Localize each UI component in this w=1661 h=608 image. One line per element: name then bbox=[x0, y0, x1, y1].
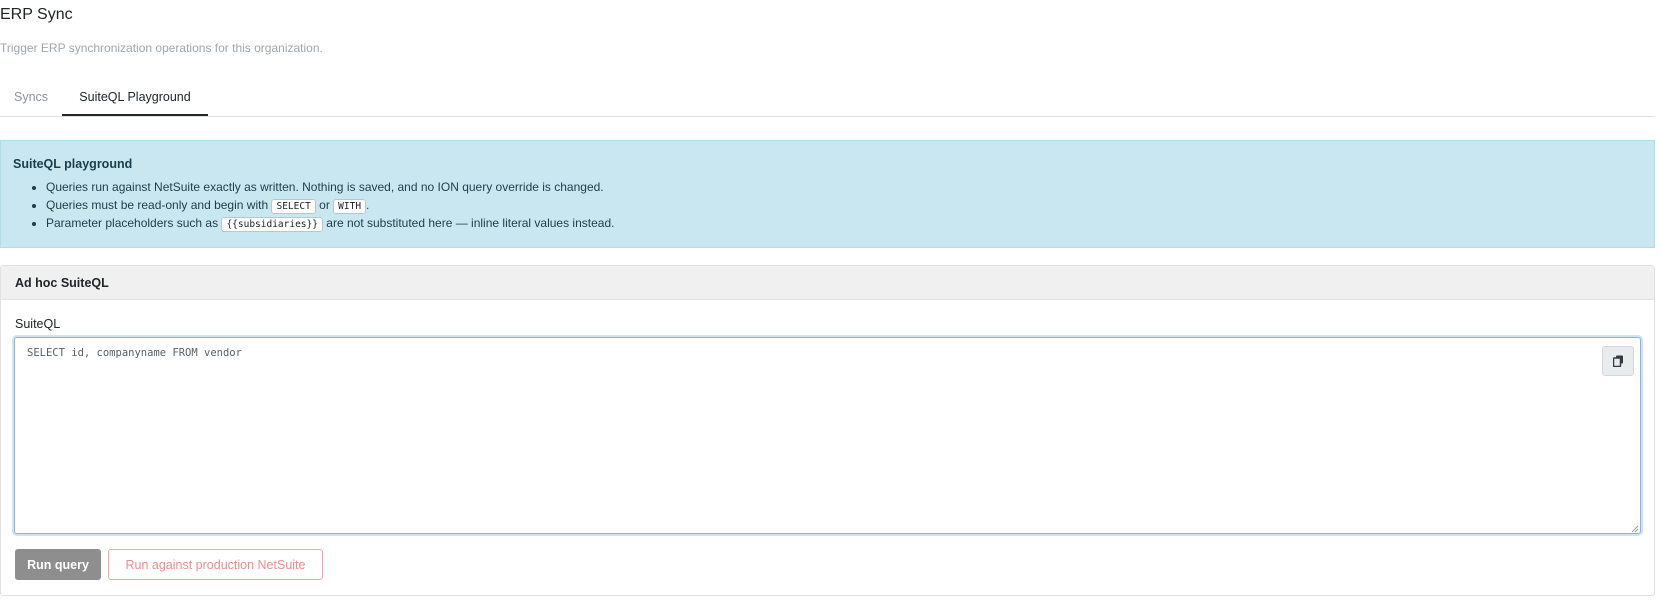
info-alert-list: Queries run against NetSuite exactly as … bbox=[13, 178, 614, 232]
copy-button[interactable] bbox=[1602, 346, 1634, 376]
resize-handle-icon[interactable] bbox=[1630, 524, 1639, 533]
copy-icon bbox=[1613, 355, 1623, 367]
adhoc-suiteql-card: Ad hoc SuiteQL SuiteQL Run query Run aga… bbox=[0, 265, 1655, 596]
info-bullet-text: or bbox=[319, 198, 330, 212]
info-bullet-text: Queries run against NetSuite exactly as … bbox=[46, 180, 604, 194]
tab-bar: Syncs SuiteQL Playground bbox=[0, 80, 1655, 117]
info-bullet: Queries must be read-only and begin with… bbox=[46, 196, 614, 214]
card-title: Ad hoc SuiteQL bbox=[15, 276, 109, 290]
info-bullet: Queries run against NetSuite exactly as … bbox=[46, 178, 614, 196]
info-bullet-text: . bbox=[366, 198, 370, 212]
code-with: WITH bbox=[333, 199, 367, 214]
info-bullet: Parameter placeholders such as {{subsidi… bbox=[46, 214, 614, 232]
suiteql-editor[interactable] bbox=[14, 337, 1641, 534]
info-alert-title: SuiteQL playground bbox=[13, 157, 133, 171]
card-header: Ad hoc SuiteQL bbox=[1, 266, 1654, 300]
page-title: ERP Sync bbox=[0, 6, 73, 23]
erp-sync-page: ERP Sync Trigger ERP synchronization ope… bbox=[0, 0, 1661, 608]
info-bullet-text: Parameter placeholders such as bbox=[46, 216, 219, 230]
code-select: SELECT bbox=[271, 199, 316, 214]
run-production-button[interactable]: Run against production NetSuite bbox=[108, 549, 323, 580]
info-bullet-text: Queries must be read-only and begin with bbox=[46, 198, 269, 212]
info-alert: SuiteQL playground Queries run against N… bbox=[0, 140, 1655, 248]
page-subtitle: Trigger ERP synchronization operations f… bbox=[0, 41, 323, 55]
info-bullet-text: are not substituted here — inline litera… bbox=[326, 216, 615, 230]
tab-suiteql-playground[interactable]: SuiteQL Playground bbox=[62, 80, 208, 116]
suiteql-label: SuiteQL bbox=[15, 317, 61, 331]
run-query-button[interactable]: Run query bbox=[15, 549, 101, 580]
code-subsidiaries: {{subsidiaries}} bbox=[221, 217, 323, 232]
tab-syncs[interactable]: Syncs bbox=[14, 80, 48, 116]
